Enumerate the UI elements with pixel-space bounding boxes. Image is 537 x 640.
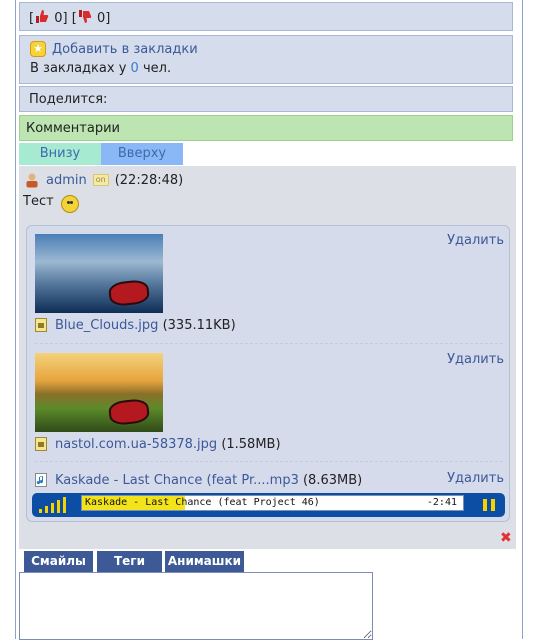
user-icon: [26, 173, 38, 188]
comment-author[interactable]: admin: [46, 173, 87, 188]
pause-icon[interactable]: [483, 499, 495, 511]
bookmarks-count-line: В закладках у 0 чел.: [30, 61, 512, 76]
attachments-box: Удалить Blue_Clouds.jpg (335.11KB) Удали…: [26, 225, 510, 522]
likes-count: 0: [54, 11, 63, 26]
thumbs-up-icon[interactable]: [35, 9, 49, 24]
attachment-size: (1.58MB): [221, 436, 281, 452]
bookmarks-suffix: чел.: [142, 61, 172, 76]
tab-tags[interactable]: Теги: [97, 551, 162, 572]
volume-icon[interactable]: [39, 497, 71, 513]
attachment-size: (335.11KB): [162, 317, 236, 333]
delete-attachment-button[interactable]: Удалить: [447, 352, 504, 367]
votes-bar: [ 0] [ 0]: [19, 2, 513, 31]
tab-bottom[interactable]: Внизу: [19, 143, 101, 165]
image-file-icon: [35, 318, 47, 332]
vote-bracket: [: [71, 11, 77, 26]
attachment-file-row: nastol.com.ua-58378.jpg (1.58MB): [35, 435, 281, 453]
progress-bar[interactable]: Kaskade - Last Chance (feat Project 46) …: [81, 495, 464, 511]
watermark-logo: [107, 278, 151, 308]
attachment-thumbnail[interactable]: [35, 234, 163, 313]
thumbs-down-icon[interactable]: [78, 9, 92, 24]
tab-smiles[interactable]: Смайлы: [24, 551, 93, 572]
vote-bracket: ]: [62, 11, 68, 26]
attachment-thumbnail[interactable]: [35, 353, 163, 432]
dislikes-count: 0: [96, 11, 106, 26]
image-file-icon: [35, 437, 47, 451]
bookmarks-box: ★ Добавить в закладки В закладках у 0 че…: [19, 35, 513, 84]
divider: [35, 343, 503, 344]
comment-time: (22:28:48): [114, 172, 184, 188]
attachment-name[interactable]: Blue_Clouds.jpg: [55, 318, 158, 333]
delete-attachment-button[interactable]: Удалить: [447, 233, 504, 248]
comment-text: Тест: [23, 194, 54, 209]
divider: [35, 461, 503, 462]
close-icon[interactable]: ✖: [500, 530, 512, 546]
delete-attachment-button[interactable]: Удалить: [447, 471, 504, 486]
star-icon: ★: [30, 41, 46, 57]
comments-header: Комментарии: [19, 115, 513, 141]
attachment-file-row: Blue_Clouds.jpg (335.11KB): [35, 316, 236, 334]
track-title: Kaskade - Last Chance (feat Project 46): [85, 497, 320, 508]
add-bookmark-link[interactable]: Добавить в закладки: [52, 42, 198, 57]
smiley-icon: [61, 195, 79, 213]
attachment-file-row: Kaskade - Last Chance (feat Pr....mp3 (8…: [35, 471, 362, 489]
attachment-name[interactable]: Kaskade - Last Chance (feat Pr....mp3: [55, 473, 299, 488]
tab-animations[interactable]: Анимашки: [165, 551, 244, 572]
bookmarks-count: 0: [130, 61, 139, 76]
tab-top[interactable]: Вверху: [101, 143, 183, 165]
attachment-size: (8.63MB): [302, 472, 363, 488]
comment-meta: admin on (22:28:48): [25, 171, 183, 189]
vote-bracket: [: [29, 11, 35, 26]
vote-bracket: ]: [105, 11, 111, 26]
audio-file-icon: [35, 473, 47, 487]
bookmarks-prefix: В закладках у: [30, 61, 127, 76]
share-box: Поделится:: [19, 86, 513, 112]
track-time: -2:41: [426, 497, 457, 508]
comment-input[interactable]: [19, 572, 373, 640]
watermark-logo: [107, 397, 151, 427]
attachment-name[interactable]: nastol.com.ua-58378.jpg: [55, 437, 217, 452]
comments-title: Комментарии: [26, 121, 120, 136]
share-label: Поделится:: [29, 92, 108, 107]
audio-player: Kaskade - Last Chance (feat Project 46) …: [32, 493, 505, 517]
online-status-badge: on: [92, 174, 109, 186]
